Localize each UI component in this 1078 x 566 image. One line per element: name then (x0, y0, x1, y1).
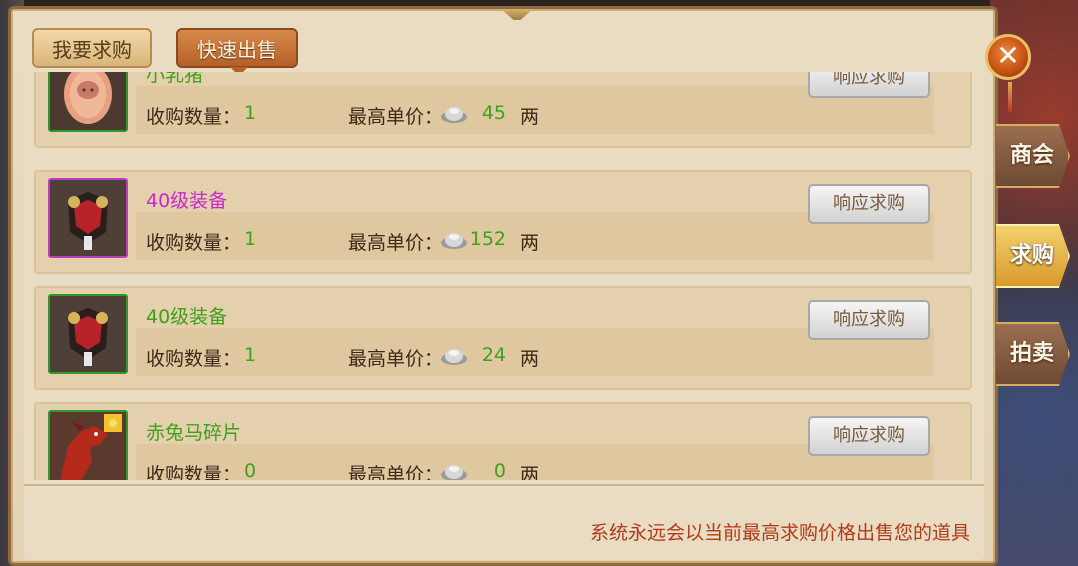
armor-icon (48, 178, 128, 258)
qty-value: 1 (244, 228, 257, 250)
price-value: 0 (493, 460, 506, 480)
item-name: 40级装备 (146, 306, 228, 328)
close-button[interactable]: ✕ (985, 34, 1031, 80)
list-item: 40级装备 收购数量： 1 最高单价： 152 两 响应求购 (34, 170, 972, 274)
price-value: 152 (469, 228, 506, 250)
list-item: 小乳猪 收购数量： 1 最高单价： 45 两 响应求购 (34, 72, 972, 148)
respond-button[interactable]: 响应求购 (808, 72, 930, 98)
side-tab-auction[interactable]: 拍卖 (996, 322, 1070, 386)
system-note: 系统永远会以当前最高求购价格出售您的道具 (589, 522, 970, 544)
tab-quick-sell[interactable]: 快速出售 (176, 28, 298, 76)
qty-value: 1 (244, 344, 257, 366)
list-item: 赤兔马碎片 收购数量： 0 最高单价： 0 两 响应求购 (34, 402, 972, 480)
armor-icon (48, 294, 128, 374)
qty-value: 1 (244, 102, 257, 124)
price-value: 24 (481, 344, 506, 366)
footer-divider (24, 484, 984, 486)
respond-button[interactable]: 响应求购 (808, 300, 930, 340)
price-label: 最高单价： (348, 106, 444, 128)
respond-button[interactable]: 响应求购 (808, 416, 930, 456)
list-item: 40级装备 收购数量： 1 最高单价： 24 两 响应求购 (34, 286, 972, 390)
price-label: 最高单价： (348, 348, 444, 370)
price-unit: 两 (520, 348, 540, 370)
silver-ingot-icon (441, 107, 467, 123)
item-name: 赤兔马碎片 (146, 422, 242, 444)
silver-ingot-icon (441, 465, 467, 480)
side-tab-guild[interactable]: 商会 (996, 124, 1070, 188)
item-name: 40级装备 (146, 190, 228, 212)
respond-button[interactable]: 响应求购 (808, 184, 930, 224)
price-unit: 两 (520, 464, 540, 480)
piglet-egg-icon (48, 72, 128, 132)
qty-label: 收购数量： (146, 464, 242, 480)
side-tab-purchase[interactable]: 求购 (996, 224, 1070, 288)
qty-value: 0 (244, 460, 257, 480)
item-name: 小乳猪 (146, 72, 204, 86)
qty-label: 收购数量： (146, 232, 242, 254)
tab-want-to-buy[interactable]: 我要求购 (32, 28, 152, 68)
purchase-list[interactable]: 小乳猪 收购数量： 1 最高单价： 45 两 响应求购 40级装备 收购数量： (34, 72, 972, 480)
price-label: 最高单价： (348, 232, 444, 254)
price-unit: 两 (520, 232, 540, 254)
silver-ingot-icon (441, 349, 467, 365)
price-unit: 两 (520, 106, 540, 128)
price-label: 最高单价： (348, 464, 444, 480)
price-value: 45 (481, 102, 506, 124)
red-horse-fragment-icon (48, 410, 128, 480)
tassel-decoration (1008, 82, 1012, 112)
silver-ingot-icon (441, 233, 467, 249)
qty-label: 收购数量： (146, 106, 242, 128)
qty-label: 收购数量： (146, 348, 242, 370)
